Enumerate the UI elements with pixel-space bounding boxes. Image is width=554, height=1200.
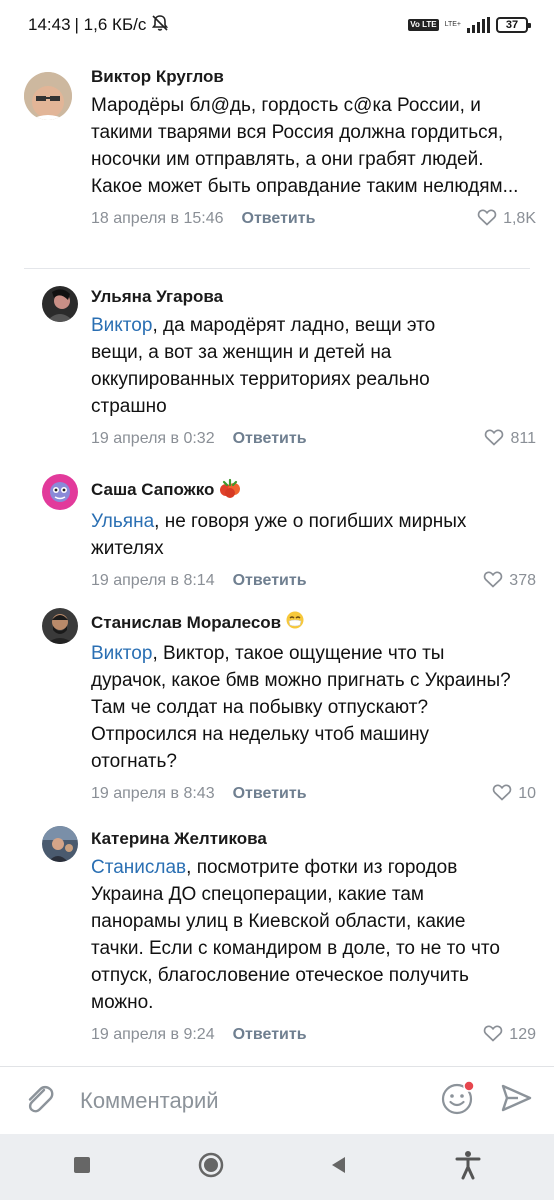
lte-label: LTE+ [444, 21, 461, 28]
battery-icon: 37 [496, 17, 531, 33]
tomato-icon [218, 476, 242, 504]
comment-text: Виктор, да мародёрят ладно, вещи это вещ… [91, 315, 436, 417]
square-icon[interactable] [72, 1155, 92, 1180]
network-speed: | 1,6 КБ/с [74, 15, 147, 34]
comment-date: 19 апреля в 9:24 [91, 1026, 215, 1043]
like-count: 129 [509, 1026, 536, 1043]
comment-text: Мародёры бл@дь, гордость с@ка России, и … [91, 95, 519, 197]
smile-icon[interactable] [440, 1080, 476, 1121]
comment-date: 19 апреля в 8:14 [91, 572, 215, 589]
divider [24, 268, 530, 269]
comment-meta: 18 апреля в 15:46 Ответить 1,8K [91, 206, 536, 232]
accessibility-icon[interactable] [454, 1150, 482, 1185]
like-count: 1,8K [503, 210, 536, 227]
comment-text: Ульяна, не говоря уже о погибших мирных … [91, 511, 467, 559]
comment-meta: 19 апреля в 8:14 Ответить 378 [91, 568, 536, 594]
like-count: 10 [518, 785, 536, 802]
paperclip-icon[interactable] [22, 1081, 56, 1120]
mention-link[interactable]: Ульяна [91, 511, 154, 532]
reply-button[interactable]: Ответить [233, 430, 307, 448]
comment-author[interactable]: Катерина Желтикова [91, 828, 536, 850]
comment-text: Виктор, Виктор, такое ощущение что ты ду… [91, 643, 511, 772]
avatar[interactable] [42, 608, 78, 644]
mention-link[interactable]: Виктор [91, 315, 152, 336]
heart-icon [483, 1024, 503, 1047]
avatar[interactable] [24, 72, 72, 120]
comment-date: 19 апреля в 8:43 [91, 785, 215, 802]
comment-author[interactable]: Саша Сапожко [91, 476, 536, 504]
like-button[interactable]: 10 [492, 783, 536, 806]
comment-meta: 19 апреля в 0:32 Ответить 811 [91, 426, 536, 452]
avatar[interactable] [42, 826, 78, 862]
comment-author[interactable]: Виктор Круглов [91, 66, 536, 88]
avatar[interactable] [42, 474, 78, 510]
comment-meta: 19 апреля в 8:43 Ответить 10 [91, 781, 536, 807]
comment-author[interactable]: Ульяна Угарова [91, 286, 536, 308]
like-button[interactable]: 129 [483, 1024, 536, 1047]
comment-text: Станислав, посмотрите фотки из городов У… [91, 857, 500, 1013]
like-count: 811 [510, 430, 536, 447]
send-icon[interactable] [500, 1083, 532, 1118]
comment-input[interactable]: Комментарий [80, 1088, 219, 1114]
emoji-mask-icon [285, 610, 305, 636]
volte-badge: Vo LTE [408, 19, 439, 31]
mention-link[interactable]: Виктор [91, 643, 152, 664]
comment-date: 18 апреля в 15:46 [91, 210, 224, 227]
heart-icon [483, 570, 503, 593]
comment-date: 19 апреля в 0:32 [91, 430, 215, 447]
clock: 14:43 [28, 15, 71, 34]
like-count: 378 [509, 572, 536, 589]
heart-icon [484, 428, 504, 451]
system-nav-bar [0, 1134, 554, 1200]
like-button[interactable]: 811 [484, 428, 536, 451]
status-bar: 14:43 | 1,6 КБ/с Vo LTE LTE+ 37 [0, 0, 554, 50]
like-button[interactable]: 1,8K [477, 208, 536, 231]
comment-meta: 19 апреля в 9:24 Ответить 129 [91, 1022, 536, 1048]
comment-input-bar: Комментарий [0, 1066, 554, 1134]
avatar[interactable] [42, 286, 78, 322]
reply-button[interactable]: Ответить [233, 572, 307, 590]
reply-button[interactable]: Ответить [233, 785, 307, 803]
mention-link[interactable]: Станислав [91, 857, 186, 878]
heart-icon [492, 783, 512, 806]
reply-button[interactable]: Ответить [233, 1026, 307, 1044]
reply-button[interactable]: Ответить [242, 210, 316, 228]
comment-author[interactable]: Станислав Моралесов [91, 610, 536, 636]
heart-icon [477, 208, 497, 231]
like-button[interactable]: 378 [483, 570, 536, 593]
bell-muted-icon [150, 13, 170, 38]
signal-icon [467, 17, 490, 33]
back-icon[interactable] [329, 1155, 349, 1180]
circle-icon[interactable] [197, 1151, 225, 1184]
